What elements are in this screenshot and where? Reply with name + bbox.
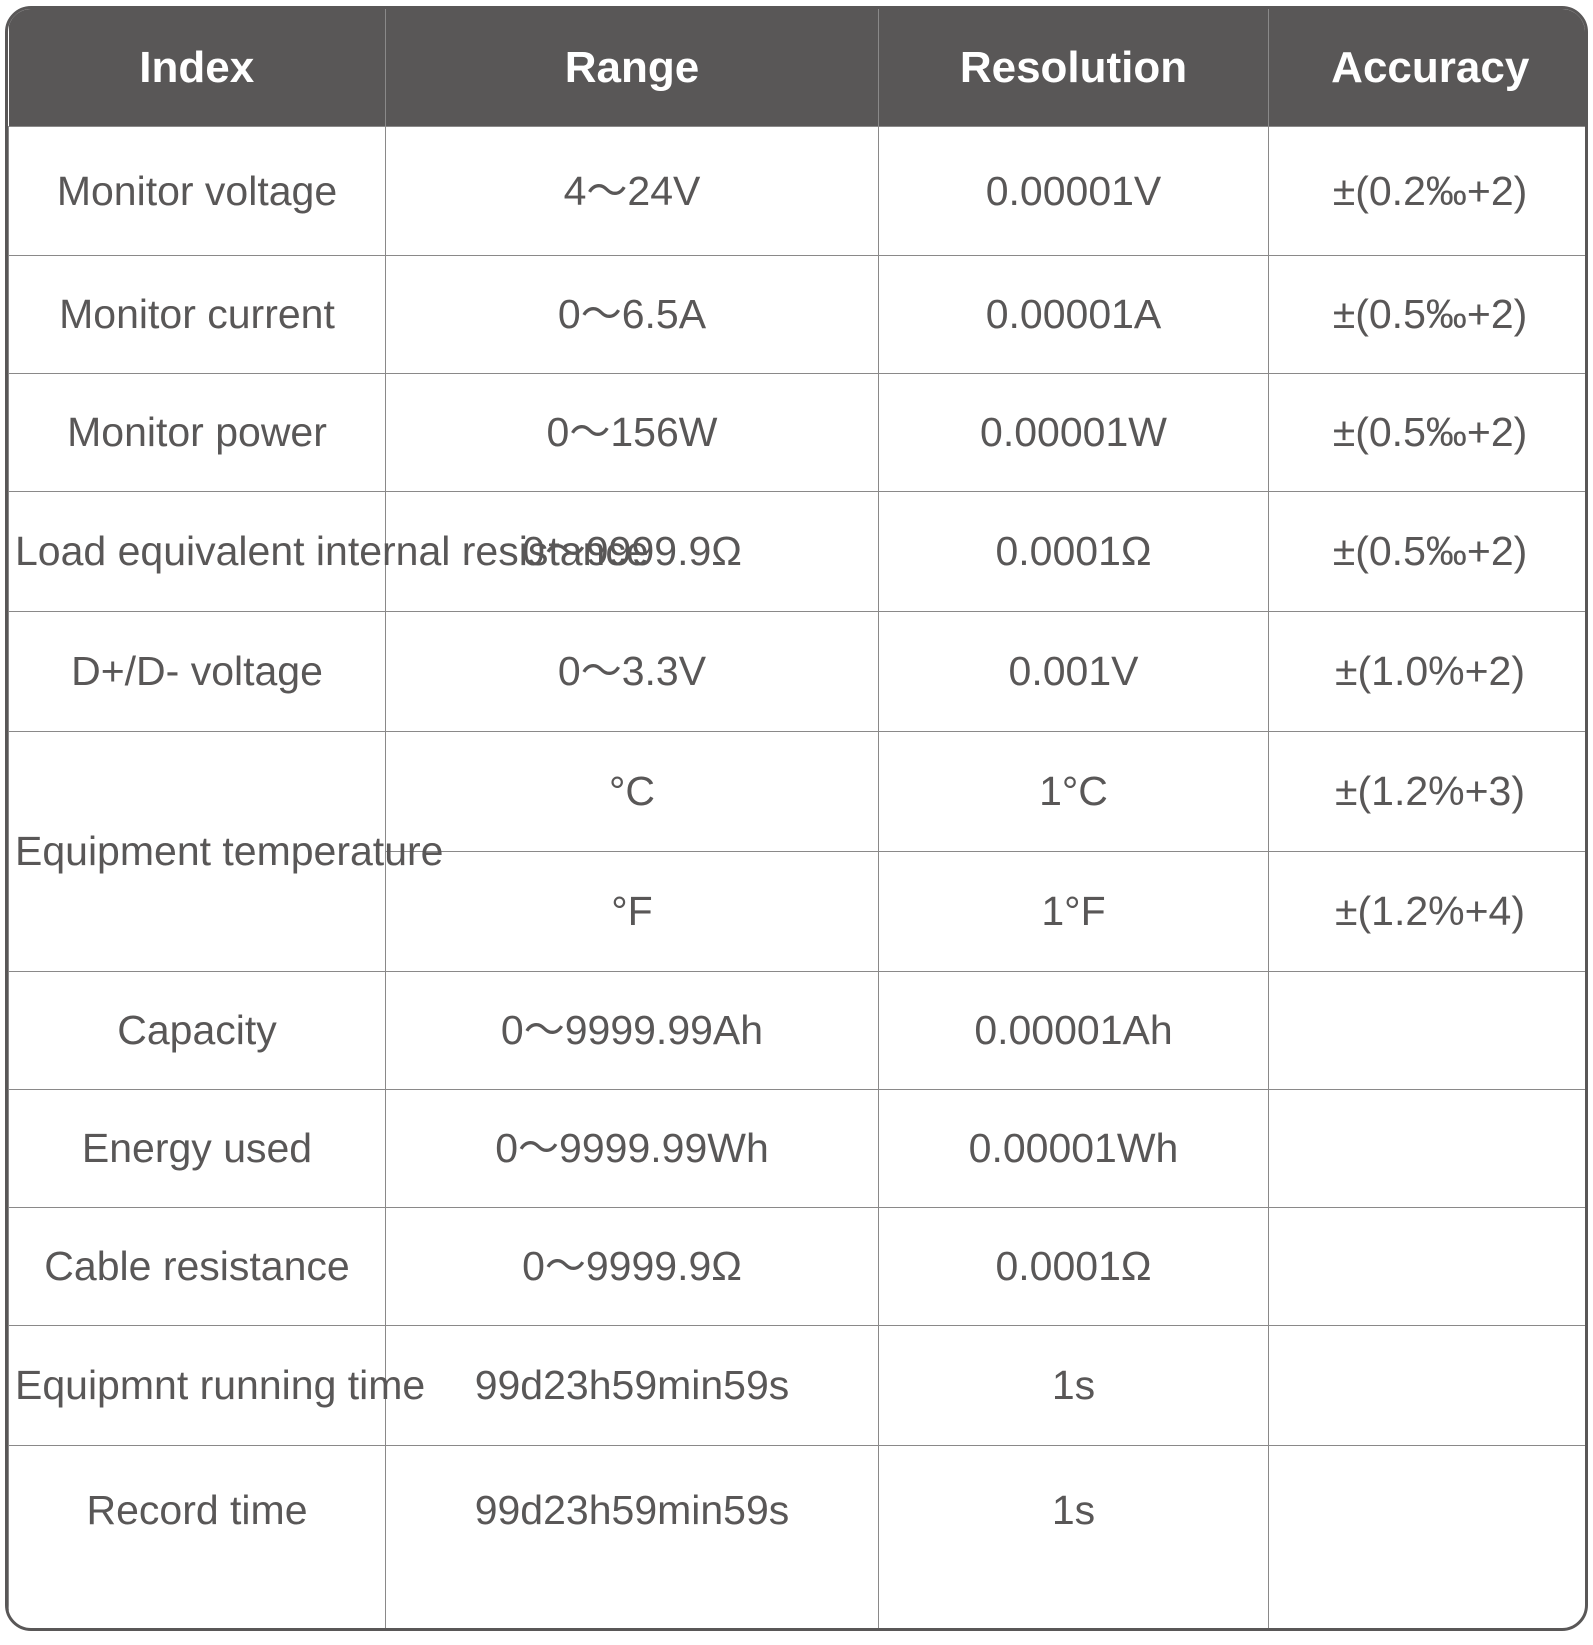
table-row: Monitor voltage 4〜24V 0.00001V ±(0.2‰+2) (8, 126, 1585, 256)
cell-resolution: 0.00001W (878, 373, 1269, 492)
cell-range: 0〜9999.9Ω (385, 1207, 879, 1326)
cell-index: Monitor current (8, 255, 386, 374)
table-row: Monitor power 0〜156W 0.00001W ±(0.5‰+2) (8, 373, 1585, 492)
cell-accuracy: ±(1.2%+3) (1268, 731, 1585, 852)
table-row: Capacity 0〜9999.99Ah 0.00001Ah (8, 971, 1585, 1090)
table-row: Record time 99d23h59min59s 1s (8, 1445, 1585, 1628)
cell-resolution: 1s (878, 1325, 1269, 1446)
cell-accuracy: ±(0.5‰+2) (1268, 373, 1585, 492)
cell-range: 99d23h59min59s (385, 1325, 879, 1446)
cell-index: Monitor voltage (8, 126, 386, 256)
table-row: Equipment temperature °C 1°C ±(1.2%+3) (8, 731, 1585, 972)
cell-accuracy (1268, 1445, 1585, 1628)
cell-resolution: 0.0001Ω (878, 1207, 1269, 1326)
cell-accuracy: ±(0.5‰+2) (1268, 491, 1585, 612)
cell-index: Energy used (8, 1089, 386, 1208)
cell-resolution: 1s (878, 1445, 1269, 1628)
cell-index: Cable resistance (8, 1207, 386, 1326)
cell-resolution: 0.001V (878, 611, 1269, 732)
cell-index: Capacity (8, 971, 386, 1090)
cell-resolution: 0.00001Ah (878, 971, 1269, 1090)
cell-range: 0〜6.5A (385, 255, 879, 374)
cell-index: Monitor power (8, 373, 386, 492)
cell-index: Load equivalent internal resistance (8, 491, 649, 612)
table-row: Equipmnt running time 99d23h59min59s 1s (8, 1325, 1585, 1446)
cell-accuracy (1268, 1207, 1585, 1326)
cell-accuracy: ±(0.5‰+2) (1268, 255, 1585, 374)
cell-index: Equipmnt running time (8, 1325, 425, 1446)
table-row: Energy used 0〜9999.99Wh 0.00001Wh (8, 1089, 1585, 1208)
cell-accuracy: ±(1.2%+4) (1268, 851, 1585, 972)
cell-accuracy: ±(0.2‰+2) (1268, 126, 1585, 256)
table-row: Cable resistance 0〜9999.9Ω 0.0001Ω (8, 1207, 1585, 1326)
cell-range: 99d23h59min59s (385, 1445, 879, 1628)
cell-accuracy (1268, 1089, 1585, 1208)
cell-resolution: 0.00001A (878, 255, 1269, 374)
table-body: Monitor voltage 4〜24V 0.00001V ±(0.2‰+2)… (8, 126, 1585, 1628)
cell-range: 0〜9999.99Wh (385, 1089, 879, 1208)
column-header-range: Range (385, 9, 879, 127)
cell-resolution: 1°C (878, 731, 1269, 852)
column-header-resolution: Resolution (878, 9, 1269, 127)
cell-range: 0〜9999.99Ah (385, 971, 879, 1090)
cell-range: °F (385, 851, 879, 972)
table-header: Index Range Resolution Accuracy (8, 9, 1585, 127)
cell-index: D+/D- voltage (8, 611, 386, 732)
column-header-accuracy: Accuracy (1268, 9, 1585, 127)
cell-range: 0〜3.3V (385, 611, 879, 732)
cell-resolution: 1°F (878, 851, 1269, 972)
table-row: Load equivalent internal resistance 0〜99… (8, 491, 1585, 612)
specification-table: Index Range Resolution Accuracy Monitor … (8, 9, 1585, 1628)
cell-accuracy (1268, 971, 1585, 1090)
cell-index-equipment-temperature: Equipment temperature (8, 731, 443, 972)
specification-table-frame: Index Range Resolution Accuracy Monitor … (5, 6, 1588, 1631)
cell-range: 0〜156W (385, 373, 879, 492)
cell-resolution: 0.0001Ω (878, 491, 1269, 612)
cell-index: Record time (8, 1445, 386, 1628)
column-header-index: Index (8, 9, 386, 127)
cell-resolution: 0.00001Wh (878, 1089, 1269, 1208)
table-row: Monitor current 0〜6.5A 0.00001A ±(0.5‰+2… (8, 255, 1585, 374)
table-header-row: Index Range Resolution Accuracy (8, 9, 1585, 127)
cell-range: 4〜24V (385, 126, 879, 256)
cell-accuracy (1268, 1325, 1585, 1446)
table-row: D+/D- voltage 0〜3.3V 0.001V ±(1.0%+2) (8, 611, 1585, 732)
cell-resolution: 0.00001V (878, 126, 1269, 256)
cell-range: °C (385, 731, 879, 852)
cell-accuracy: ±(1.0%+2) (1268, 611, 1585, 732)
